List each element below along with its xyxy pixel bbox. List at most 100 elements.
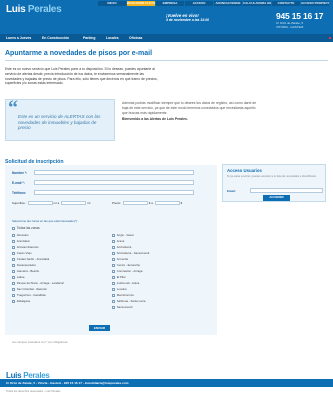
name-field[interactable] [34, 170, 194, 175]
checkbox[interactable] [112, 305, 115, 309]
zone-option[interactable]: Ariznabarra [112, 245, 131, 249]
checkbox[interactable] [12, 239, 15, 243]
checkbox[interactable] [112, 233, 115, 237]
nav-item-empresa[interactable]: EMPRESA [156, 1, 184, 6]
all-zones-label: Todas las zonas [16, 226, 40, 230]
checkbox[interactable] [12, 251, 15, 255]
top-nav: INICIO BUSCADOR CULTURAL EMPRESA ACCESO … [98, 1, 329, 6]
surface-max-field[interactable] [61, 201, 87, 206]
zone-option[interactable]: Casco Viejo [12, 251, 32, 255]
zone-option[interactable]: Coronación - Arriaga [112, 269, 142, 273]
subnav-item-parking[interactable]: Parking [83, 36, 95, 40]
access-button[interactable]: ACCEDER [263, 195, 290, 201]
checkbox[interactable] [12, 263, 15, 267]
checkbox[interactable] [112, 263, 115, 267]
checkbox[interactable] [112, 269, 115, 273]
nav-item-contacto[interactable]: CONTACTO [272, 1, 300, 6]
subnav-item-lunes[interactable]: Lunes a Jueves [6, 36, 31, 40]
subnav-item-oficinas[interactable]: Oficinas [129, 36, 142, 40]
zone-option[interactable]: Judimendi - Arana [112, 281, 139, 285]
checkbox[interactable] [112, 275, 115, 279]
nav-item-inicio[interactable]: INICIO [98, 1, 126, 6]
surface-range: Superficie: m² a m² [12, 201, 90, 206]
info-text: Además podrás modificar siempre que lo d… [122, 101, 262, 122]
zone-option[interactable]: El Pilar [112, 275, 126, 279]
checkbox[interactable] [12, 299, 15, 303]
zone-option[interactable]: Txagorritxu - Gazalbide [12, 293, 46, 297]
checkbox[interactable] [12, 293, 15, 297]
checkbox[interactable] [12, 269, 15, 273]
zone-option[interactable]: Zabalgana [12, 299, 30, 303]
zone-option[interactable]: Arana [112, 239, 124, 243]
nav-item-propietarios[interactable]: ACCESO PROPIETARIOS [301, 1, 329, 6]
zone-option[interactable]: Parque del Norte - Arriaga - Landázuri [12, 281, 64, 285]
email-field[interactable] [34, 180, 194, 185]
logo-word-2: Perales [27, 4, 62, 15]
logo-word-1: Luis [6, 4, 26, 15]
subnav-item-locales[interactable]: Locales [106, 36, 119, 40]
submit-button[interactable]: ENVIAR [89, 325, 110, 331]
checkbox[interactable] [12, 287, 15, 291]
surface-separator: m² a [53, 201, 60, 205]
zone-option[interactable]: Ariznabarra - Sansomendi [112, 251, 149, 255]
checkbox[interactable] [12, 281, 15, 285]
footer-bar: C/ Ortiz de Zárate, 5 - Vitoria - Gastei… [0, 379, 333, 387]
nav-item-hipoteca[interactable]: CALCULADORA HIPOTECA [243, 1, 271, 6]
close-icon[interactable] [329, 37, 331, 39]
zone-option[interactable]: Arriaran-Ibaiondo [12, 245, 38, 249]
checkbox[interactable] [112, 293, 115, 297]
name-label: Nombre *: [12, 171, 28, 175]
access-email-label: Email: [227, 189, 236, 193]
checkbox[interactable] [112, 257, 115, 261]
checkbox[interactable] [12, 275, 15, 279]
zone-option[interactable]: Armentia [112, 257, 128, 261]
zone-option[interactable]: Sansomendi [112, 305, 132, 309]
access-email-field[interactable] [250, 188, 323, 193]
price-separator: € a [148, 201, 153, 205]
checkbox[interactable] [112, 251, 115, 255]
checkbox[interactable] [112, 245, 115, 249]
checkbox[interactable] [12, 226, 15, 230]
quote-text: Este es un servicio de ALERTAS con las n… [18, 114, 101, 130]
quote-box: “ Este es un servicio de ALERTAS con las… [5, 97, 115, 141]
header-phone: 945 15 16 17 [276, 11, 324, 21]
subnav-item-construccion[interactable]: En Construcción [42, 36, 69, 40]
footer-contact: C/ Ortiz de Zárate, 5 - Vitoria - Gastei… [6, 381, 129, 385]
surface-min-field[interactable] [27, 201, 53, 206]
phone-field[interactable] [34, 190, 194, 195]
nav-item-anuncia[interactable]: ANUNCIA/VENDE [214, 1, 242, 6]
checkbox[interactable] [12, 233, 15, 237]
price-label: Precio: [112, 201, 121, 205]
zone-option[interactable]: Salburua - Santa Lucía [112, 299, 145, 303]
zone-option[interactable]: Anglo - Vasco [112, 233, 134, 237]
header: Luis Perales INICIO BUSCADOR CULTURAL EM… [0, 0, 333, 34]
required-note: Los campos marcados con * son obligatori… [12, 340, 68, 344]
price-max-field[interactable] [154, 201, 180, 206]
checkbox[interactable] [112, 299, 115, 303]
checkbox[interactable] [12, 257, 15, 261]
zone-option[interactable]: Abetxuko [12, 233, 28, 237]
checkbox[interactable] [12, 245, 15, 249]
zone-option[interactable]: Lovaina [112, 287, 127, 291]
intro-line: superficies y/o zonas estás interesado. [5, 81, 64, 86]
zone-option[interactable]: Lakua [12, 275, 24, 279]
zone-option[interactable]: Gamarra - Betoño [12, 269, 39, 273]
price-unit: € [180, 201, 183, 205]
quote-icon: “ [8, 97, 18, 119]
site-logo[interactable]: Luis Perales [6, 4, 62, 15]
checkbox[interactable] [112, 281, 115, 285]
zone-option[interactable]: Ciudad Jardín - Aranzabal [12, 257, 49, 261]
nav-item-buscador[interactable]: BUSCADOR CULTURAL [127, 1, 155, 6]
zone-option[interactable]: Centro - Ensanche [112, 263, 140, 267]
checkbox[interactable] [112, 287, 115, 291]
zone-option[interactable]: Desamparados [12, 263, 36, 267]
zone-option[interactable]: San Cristóbal - Ibaiondo [12, 287, 47, 291]
user-access-box: Acceso Usuarios Si ya estás suscrito, pu… [222, 164, 326, 202]
price-min-field[interactable] [123, 201, 148, 206]
zone-option[interactable]: Mendizorroza [112, 293, 134, 297]
checkbox[interactable] [112, 239, 115, 243]
nav-item-acceso[interactable]: ACCESO [185, 1, 213, 6]
motto-line-2: 4 de noviembre a las 13:00 [166, 18, 209, 22]
zone-option[interactable]: Aranzabal [12, 239, 29, 243]
all-zones-option[interactable]: Todas las zonas [12, 226, 40, 230]
